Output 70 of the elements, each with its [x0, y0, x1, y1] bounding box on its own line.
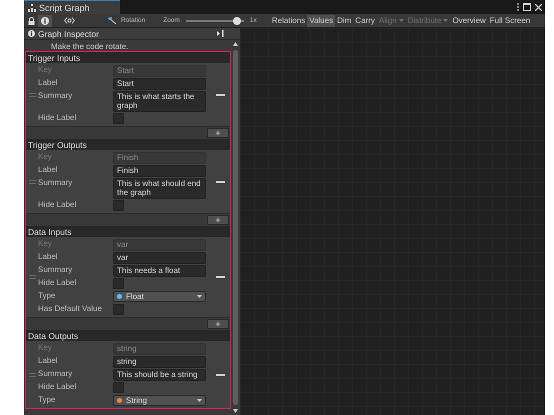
toolbar-toggle[interactable]: Values: [307, 14, 336, 26]
add-button[interactable]: +: [207, 128, 229, 138]
caret-icon: [197, 398, 202, 402]
key-field: var: [113, 238, 206, 250]
script-graph-tab[interactable]: Script Graph: [24, 0, 120, 14]
text-field[interactable]: Start: [113, 78, 206, 90]
add-button[interactable]: +: [207, 319, 229, 329]
collapse-panel-icon[interactable]: [217, 30, 224, 37]
info-icon: [41, 16, 49, 24]
key-field: Start: [113, 64, 206, 76]
scroll-down-icon[interactable]: [233, 409, 238, 413]
scroll-up-icon[interactable]: [233, 42, 238, 46]
inspector-title: Graph Inspector: [38, 28, 100, 38]
lock-icon: [28, 16, 34, 24]
scrollbar[interactable]: [231, 40, 240, 415]
type-dropdown[interactable]: String: [113, 394, 206, 406]
field-label: Label: [38, 164, 59, 174]
zoom-slider-thumb[interactable]: [233, 16, 242, 24]
rotation-icon: [108, 16, 117, 24]
field-label: Hide Label: [38, 277, 78, 287]
field-label: Summary: [38, 368, 74, 378]
field-label: Summary: [38, 177, 74, 187]
text-field[interactable]: This needs a float: [113, 264, 206, 276]
checkbox[interactable]: [113, 382, 124, 393]
type-dropdown[interactable]: Float: [113, 290, 206, 302]
text-field[interactable]: var: [113, 252, 206, 264]
toolbar-toggle[interactable]: Overview: [450, 14, 488, 26]
field-label: Has Default Value: [38, 303, 103, 313]
close-icon[interactable]: [535, 4, 542, 10]
caret-icon: [197, 294, 202, 298]
text-field[interactable]: This is what starts the graph: [113, 90, 206, 112]
field-label: Summary: [38, 90, 74, 100]
section-header: Trigger Outputs: [26, 139, 230, 150]
zoom-slider[interactable]: [186, 16, 244, 24]
field-label: Hide Label: [38, 112, 78, 122]
field-label: Hide Label: [38, 199, 78, 209]
add-button[interactable]: +: [207, 215, 229, 225]
field-label: Summary: [38, 264, 74, 274]
text-field[interactable]: string: [113, 356, 206, 368]
checkbox[interactable]: [113, 113, 124, 124]
drag-handle-icon[interactable]: [28, 92, 36, 96]
toolbar-toggle[interactable]: Full Screen: [488, 14, 532, 26]
section-header: Trigger Inputs: [26, 52, 230, 63]
checkbox[interactable]: [113, 278, 124, 289]
toolbar-toggle[interactable]: Relations: [270, 14, 308, 26]
field-label: Label: [38, 251, 59, 261]
text-field[interactable]: This should be a string: [113, 368, 206, 380]
checkbox[interactable]: [113, 200, 124, 211]
key-field: string: [113, 342, 206, 354]
field-label: Hide Label: [38, 381, 78, 391]
key-field: Finish: [113, 152, 206, 164]
info-button[interactable]: [38, 14, 52, 26]
section-header: Data Outputs: [26, 330, 230, 341]
toolbar-toggle[interactable]: Carry: [353, 14, 377, 26]
toolbar-toggle[interactable]: Dim: [335, 14, 354, 26]
field-label: Label: [38, 355, 59, 365]
code-brackets-icon: [64, 17, 74, 24]
section-header: Data Inputs: [26, 226, 230, 237]
text-field[interactable]: Finish: [113, 164, 206, 176]
field-label: Type: [38, 394, 56, 404]
drag-handle-icon[interactable]: [28, 372, 36, 376]
field-label: Type: [38, 290, 56, 300]
checkbox[interactable]: [113, 304, 124, 315]
maximize-icon[interactable]: [523, 3, 531, 11]
drag-handle-icon[interactable]: [28, 180, 36, 184]
drag-handle-icon[interactable]: [28, 275, 36, 279]
graph-description: Make the code rotate.: [50, 42, 130, 51]
text-field[interactable]: This is what should end the graph: [113, 178, 206, 198]
graph-icon: [28, 4, 36, 12]
field-label: Label: [38, 77, 59, 87]
